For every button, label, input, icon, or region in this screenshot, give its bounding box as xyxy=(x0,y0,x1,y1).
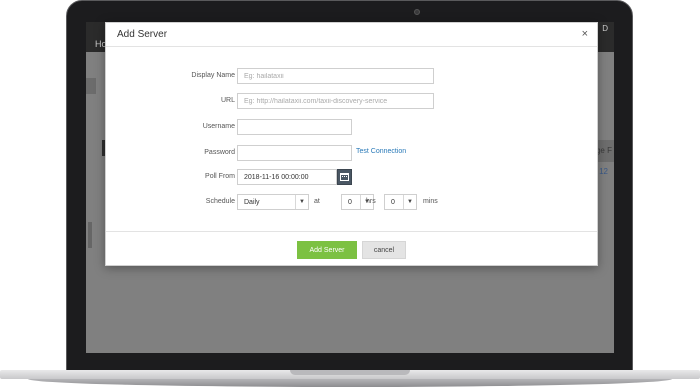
url-row: URL xyxy=(106,93,599,111)
username-label: Username xyxy=(202,123,235,130)
password-input[interactable] xyxy=(237,145,352,161)
add-server-button[interactable]: Add Server xyxy=(297,241,357,259)
schedule-frequency-select[interactable]: Daily ▼ xyxy=(237,194,309,210)
laptop-base-bottom xyxy=(28,379,672,387)
username-input[interactable] xyxy=(237,119,352,135)
display-name-input[interactable] xyxy=(237,68,434,84)
display-name-label: Display Name xyxy=(191,72,235,79)
app-side-handle xyxy=(88,222,92,248)
schedule-row: Schedule Daily ▼ at 0 ▼ hrs 0 ▼ mins xyxy=(106,194,599,212)
app-table-cell-number: 12 xyxy=(599,167,608,176)
chevron-down-icon: ▼ xyxy=(295,195,308,209)
dialog-title: Add Server xyxy=(117,29,168,40)
laptop-notch xyxy=(290,370,410,375)
schedule-label: Schedule xyxy=(205,198,235,205)
schedule-hrs-label: hrs xyxy=(366,198,376,205)
dialog-footer: Add Server cancel xyxy=(106,231,597,266)
password-label: Password xyxy=(204,149,235,156)
calendar-button[interactable] xyxy=(337,169,352,185)
dialog-header: Add Server × xyxy=(106,23,597,47)
schedule-at-label: at xyxy=(314,198,320,205)
poll-from-label: Poll From xyxy=(205,173,235,180)
password-row: Password Test Connection xyxy=(106,145,599,163)
app-header-corner-text: D xyxy=(602,24,608,33)
schedule-minutes-value: 0 xyxy=(391,199,395,206)
schedule-hours-value: 0 xyxy=(348,199,352,206)
poll-from-row: Poll From xyxy=(106,169,599,187)
test-connection-link[interactable]: Test Connection xyxy=(356,148,406,155)
schedule-frequency-value: Daily xyxy=(244,199,260,206)
url-input[interactable] xyxy=(237,93,434,109)
add-server-dialog: Add Server × Display Name URL Username P… xyxy=(105,22,598,266)
cancel-button[interactable]: cancel xyxy=(362,241,406,259)
laptop-base xyxy=(0,370,700,389)
display-name-row: Display Name xyxy=(106,68,599,86)
schedule-mins-label: mins xyxy=(423,198,438,205)
username-row: Username xyxy=(106,119,599,137)
close-icon[interactable]: × xyxy=(582,28,588,40)
schedule-minutes-select[interactable]: 0 ▼ xyxy=(384,194,417,210)
laptop-mockup: Ho D age F 12 Add Server × Display Name … xyxy=(0,0,700,389)
poll-from-input[interactable] xyxy=(237,169,337,185)
camera-icon xyxy=(414,9,420,15)
url-label: URL xyxy=(220,97,235,104)
app-sidebar-block xyxy=(86,78,96,94)
chevron-down-icon: ▼ xyxy=(403,195,416,209)
calendar-icon xyxy=(340,173,349,181)
